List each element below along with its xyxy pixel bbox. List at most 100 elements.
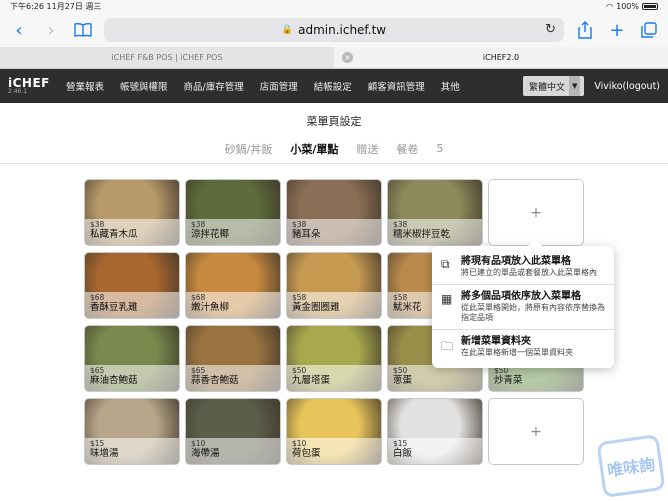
- popover-title: 將現有品項放入此菜單格: [461, 256, 571, 267]
- menu-item-card[interactable]: $68 香酥豆乳雞: [84, 252, 180, 319]
- item-info: $65 麻油杏鮑菇: [85, 365, 179, 391]
- menu-item-checkout[interactable]: 結帳設定: [306, 79, 360, 93]
- menu-item-card[interactable]: $38 糯米椒拌豆乾: [387, 179, 483, 246]
- tab-gift[interactable]: 贈送: [356, 141, 378, 157]
- status-right: ◠ 100%: [606, 2, 658, 11]
- menu-content: $38 私藏青木瓜 $38 涼拌花椰 $38 豬耳朵 $38 糯米椒拌豆乾 + $68 香酥豆乳雞 $…: [0, 164, 668, 500]
- item-info: $50 九層塔蛋: [287, 365, 381, 391]
- item-price: $10: [292, 439, 307, 448]
- lock-icon: 🔒: [281, 25, 294, 35]
- popover-desc: 將已建立的單品或套餐放入此菜單格內: [461, 268, 597, 277]
- tab-claypot[interactable]: 砂鍋/丼飯: [225, 141, 273, 157]
- tab-voucher[interactable]: 餐卷: [396, 141, 418, 157]
- item-price: $15: [90, 439, 105, 448]
- item-price: $68: [191, 293, 206, 302]
- item-name: 蒜香杏鮑菇: [191, 374, 239, 386]
- popover-desc: 從此菜單格開始，將原有內容依序替換為指定品項: [461, 303, 605, 322]
- item-price: $68: [90, 293, 105, 302]
- browser-tab-label: iCHEF F&B POS | iCHEF POS: [111, 53, 223, 62]
- item-price: $50: [494, 366, 509, 375]
- browser-tab-label: iCHEF2.0: [482, 53, 520, 62]
- menu-item-customers[interactable]: 顧客資訊管理: [360, 79, 433, 93]
- add-item-popover: ⧉ 將現有品項放入此菜單格 將已建立的單品或套餐放入此菜單格內 ▦ 將多個品項依…: [432, 239, 614, 368]
- menu-item-card[interactable]: $15 味增湯: [84, 398, 180, 465]
- menu-item-card[interactable]: $65 麻油杏鮑菇: [84, 325, 180, 392]
- popover-desc: 在此菜單格新增一個菜單資料夾: [461, 348, 573, 357]
- bookmarks-icon[interactable]: [72, 19, 94, 41]
- language-select[interactable]: 繁體中文 ▼: [522, 76, 585, 96]
- item-price: $50: [292, 366, 307, 375]
- close-tab-icon[interactable]: ×: [342, 52, 353, 63]
- item-info: $38 豬耳朵: [287, 219, 381, 245]
- menu-item-card[interactable]: $15 白飯: [387, 398, 483, 465]
- battery-icon: [642, 3, 658, 10]
- menu-item-card[interactable]: $38 私藏青木瓜: [84, 179, 180, 246]
- menu-item-card[interactable]: $68 嫩汁魚柳: [185, 252, 281, 319]
- category-tabs: 砂鍋/丼飯 小菜/單點 贈送 餐卷 5: [0, 134, 668, 164]
- add-item-slot[interactable]: +: [488, 398, 584, 465]
- item-info: $15 白飯: [388, 438, 482, 464]
- menu-item-accounts[interactable]: 帳號與權限: [112, 79, 176, 93]
- item-info: $50 炒青菜: [489, 365, 583, 391]
- add-item-slot[interactable]: +: [488, 179, 584, 246]
- browser-tab-bar: iCHEF F&B POS | iCHEF POS × iCHEF2.0: [0, 47, 668, 69]
- menu-item-card[interactable]: $38 豬耳朵: [286, 179, 382, 246]
- item-name: 白飯: [393, 447, 413, 459]
- item-info: $58 黃金圈圈雞: [287, 292, 381, 318]
- item-name: 味增湯: [90, 447, 119, 459]
- menu-item-products[interactable]: 商品/庫存管理: [176, 79, 252, 93]
- item-price: $15: [393, 439, 408, 448]
- item-name: 嫩汁魚柳: [191, 301, 230, 313]
- browser-tab-ichef2[interactable]: × iCHEF2.0: [334, 47, 668, 68]
- item-name: 涼拌花椰: [191, 228, 230, 240]
- user-logout-link[interactable]: Viviko(logout): [594, 81, 660, 92]
- tab-5[interactable]: 5: [436, 142, 443, 155]
- item-price: $65: [191, 366, 206, 375]
- folder-icon: 🗀: [441, 339, 454, 353]
- item-price: $38: [292, 220, 307, 229]
- menu-item-other[interactable]: 其他: [433, 79, 468, 93]
- tab-sides[interactable]: 小菜/單點: [290, 141, 338, 157]
- menu-item-card[interactable]: $65 蒜香杏鮑菇: [185, 325, 281, 392]
- new-tab-icon[interactable]: +: [606, 19, 628, 41]
- share-icon[interactable]: [574, 19, 596, 41]
- menu-item-card[interactable]: $10 海帶湯: [185, 398, 281, 465]
- item-name: 糯米椒拌豆乾: [393, 228, 451, 240]
- item-name: 香酥豆乳雞: [90, 301, 138, 313]
- item-price: $65: [90, 366, 105, 375]
- item-price: $58: [292, 293, 307, 302]
- item-price: $50: [393, 366, 408, 375]
- menu-item-card[interactable]: $38 涼拌花椰: [185, 179, 281, 246]
- tabs-overview-icon[interactable]: [638, 19, 660, 41]
- watermark-logo: 唯味詢: [596, 433, 666, 499]
- page-title: 菜單頁設定: [306, 115, 362, 128]
- item-price: $38: [90, 220, 105, 229]
- item-info: $68 香酥豆乳雞: [85, 292, 179, 318]
- menu-item-card[interactable]: $58 黃金圈圈雞: [286, 252, 382, 319]
- menu-item-store[interactable]: 店面管理: [252, 79, 306, 93]
- menu-item-reports[interactable]: 營業報表: [58, 79, 112, 93]
- item-info: $15 味增湯: [85, 438, 179, 464]
- menu-item-card[interactable]: $10 荷包蛋: [286, 398, 382, 465]
- menu-item-card[interactable]: $50 九層塔蛋: [286, 325, 382, 392]
- reload-icon[interactable]: ↻: [545, 22, 556, 37]
- forward-button[interactable]: ›: [40, 19, 62, 41]
- item-info: $10 荷包蛋: [287, 438, 381, 464]
- popover-add-multiple[interactable]: ▦ 將多個品項依序放入菜單格 從此菜單格開始，將原有內容依序替換為指定品項: [432, 285, 614, 330]
- item-info: $65 蒜香杏鮑菇: [186, 365, 280, 391]
- app-header: iCHEF 2.46.1 營業報表 帳號與權限 商品/庫存管理 店面管理 結帳設…: [0, 69, 668, 103]
- url-field[interactable]: 🔒 admin.ichef.tw ↻: [104, 18, 564, 42]
- popover-new-folder[interactable]: 🗀 新增菜單資料夾 在此菜單格新增一個菜單資料夾: [432, 330, 614, 364]
- popover-add-existing[interactable]: ⧉ 將現有品項放入此菜單格 將已建立的單品或套餐放入此菜單格內: [432, 250, 614, 285]
- wifi-icon: ◠: [606, 2, 614, 11]
- item-name: 黃金圈圈雞: [292, 301, 340, 313]
- item-info: $38 涼拌花椰: [186, 219, 280, 245]
- status-date: 11月27日 週三: [46, 2, 102, 11]
- item-info: $68 嫩汁魚柳: [186, 292, 280, 318]
- url-text: admin.ichef.tw: [298, 23, 387, 37]
- item-name: 私藏青木瓜: [90, 228, 138, 240]
- caret-down-icon: ▼: [568, 76, 581, 96]
- browser-tab-pos[interactable]: iCHEF F&B POS | iCHEF POS: [0, 47, 334, 68]
- ichef-logo[interactable]: iCHEF 2.46.1: [8, 77, 50, 95]
- back-button[interactable]: ‹: [8, 19, 30, 41]
